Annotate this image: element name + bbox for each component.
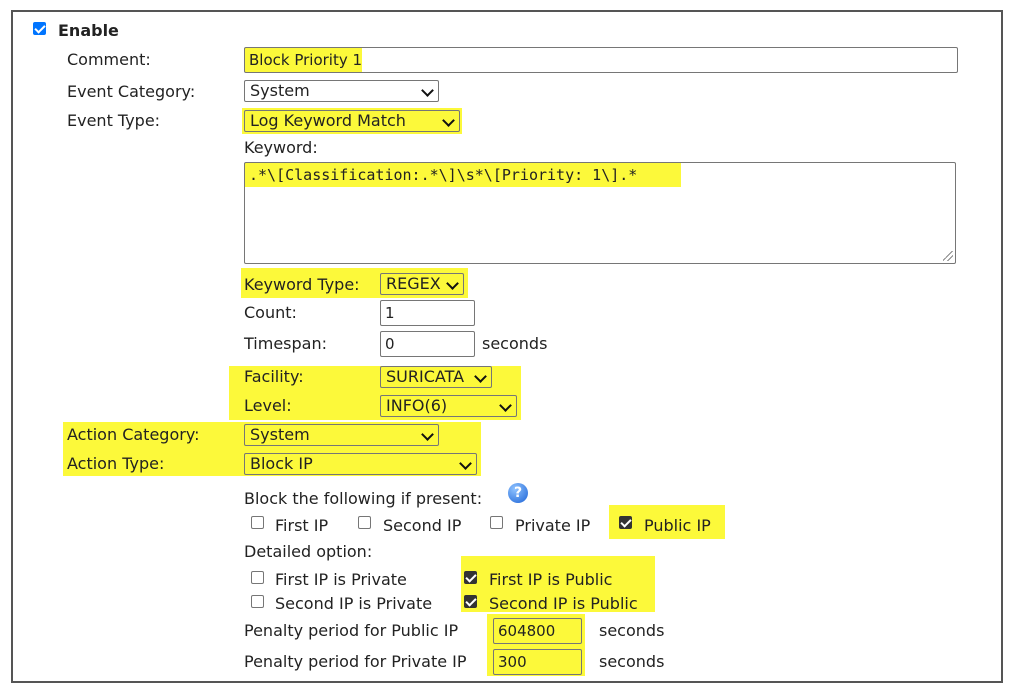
keyword-type-select[interactable]: REGEX — [380, 273, 464, 295]
count-label: Count: — [244, 303, 297, 322]
first-ip-checkbox[interactable] — [251, 516, 264, 529]
second-ip-label: Second IP — [383, 516, 462, 535]
chevron-down-icon — [446, 277, 459, 290]
timespan-unit: seconds — [482, 334, 548, 353]
first-ip-public-label: First IP is Public — [489, 570, 613, 589]
penalty-public-label: Penalty period for Public IP — [244, 621, 459, 640]
public-ip-label: Public IP — [644, 516, 711, 535]
keyword-type-label: Keyword Type: — [244, 275, 360, 294]
event-type-select[interactable]: Log Keyword Match — [244, 110, 460, 132]
chevron-down-icon — [442, 114, 455, 127]
count-value: 1 — [385, 304, 395, 322]
event-type-value: Log Keyword Match — [250, 111, 406, 130]
chevron-down-icon — [474, 370, 487, 383]
timespan-value: 0 — [385, 335, 395, 353]
penalty-public-unit: seconds — [599, 621, 665, 640]
event-category-label: Event Category: — [67, 82, 196, 101]
penalty-public-input[interactable]: 604800 — [493, 618, 582, 644]
keyword-label: Keyword: — [244, 138, 318, 157]
resize-handle-icon[interactable] — [943, 251, 953, 261]
enable-label: Enable — [58, 21, 119, 40]
event-type-label: Event Type: — [67, 111, 161, 130]
first-ip-label: First IP — [275, 516, 329, 535]
event-category-value: System — [250, 81, 310, 100]
keyword-textarea[interactable]: .*\[Classification:.*\]\s*\[Priority: 1\… — [244, 162, 956, 264]
action-category-select[interactable]: System — [244, 424, 439, 446]
facility-select[interactable]: SURICATA — [380, 366, 492, 388]
first-ip-private-checkbox[interactable] — [251, 571, 264, 584]
action-category-label: Action Category: — [67, 425, 200, 444]
second-ip-private-label: Second IP is Private — [275, 594, 433, 613]
keyword-type-value: REGEX — [386, 274, 441, 293]
second-ip-public-checkbox[interactable] — [464, 595, 477, 608]
penalty-private-unit: seconds — [599, 652, 665, 671]
comment-input[interactable]: Block Priority 1 — [244, 47, 958, 73]
keyword-value: .*\[Classification:.*\]\s*\[Priority: 1\… — [249, 166, 638, 184]
first-ip-public-checkbox[interactable] — [464, 571, 477, 584]
public-ip-checkbox[interactable] — [619, 516, 632, 529]
comment-value: Block Priority 1 — [249, 51, 363, 69]
event-category-select[interactable]: System — [244, 80, 439, 102]
penalty-private-value: 300 — [498, 653, 527, 671]
action-type-select[interactable]: Block IP — [244, 453, 477, 475]
enable-checkbox[interactable] — [33, 22, 46, 35]
private-ip-label: Private IP — [515, 516, 591, 535]
second-ip-checkbox[interactable] — [358, 516, 371, 529]
action-category-value: System — [250, 425, 310, 444]
private-ip-checkbox[interactable] — [490, 516, 503, 529]
comment-label: Comment: — [67, 50, 151, 69]
first-ip-private-label: First IP is Private — [275, 570, 407, 589]
timespan-input[interactable]: 0 — [380, 331, 475, 357]
block-if-present-label: Block the following if present: — [244, 489, 483, 508]
facility-value: SURICATA — [386, 367, 465, 386]
facility-label: Facility: — [244, 367, 304, 386]
second-ip-public-label: Second IP is Public — [489, 594, 638, 613]
question-circle-icon[interactable]: ? — [508, 483, 528, 503]
level-value: INFO(6) — [386, 396, 448, 415]
penalty-private-input[interactable]: 300 — [493, 649, 582, 675]
penalty-public-value: 604800 — [498, 622, 556, 640]
chevron-down-icon — [499, 399, 512, 412]
level-select[interactable]: INFO(6) — [380, 395, 517, 417]
level-label: Level: — [244, 396, 292, 415]
action-type-value: Block IP — [250, 454, 313, 473]
chevron-down-icon — [421, 84, 434, 97]
second-ip-private-checkbox[interactable] — [251, 595, 264, 608]
count-input[interactable]: 1 — [380, 300, 475, 326]
timespan-label: Timespan: — [244, 334, 327, 353]
chevron-down-icon — [459, 457, 472, 470]
action-type-label: Action Type: — [67, 454, 165, 473]
penalty-private-label: Penalty period for Private IP — [244, 652, 467, 671]
detailed-option-label: Detailed option: — [244, 542, 373, 561]
chevron-down-icon — [421, 428, 434, 441]
